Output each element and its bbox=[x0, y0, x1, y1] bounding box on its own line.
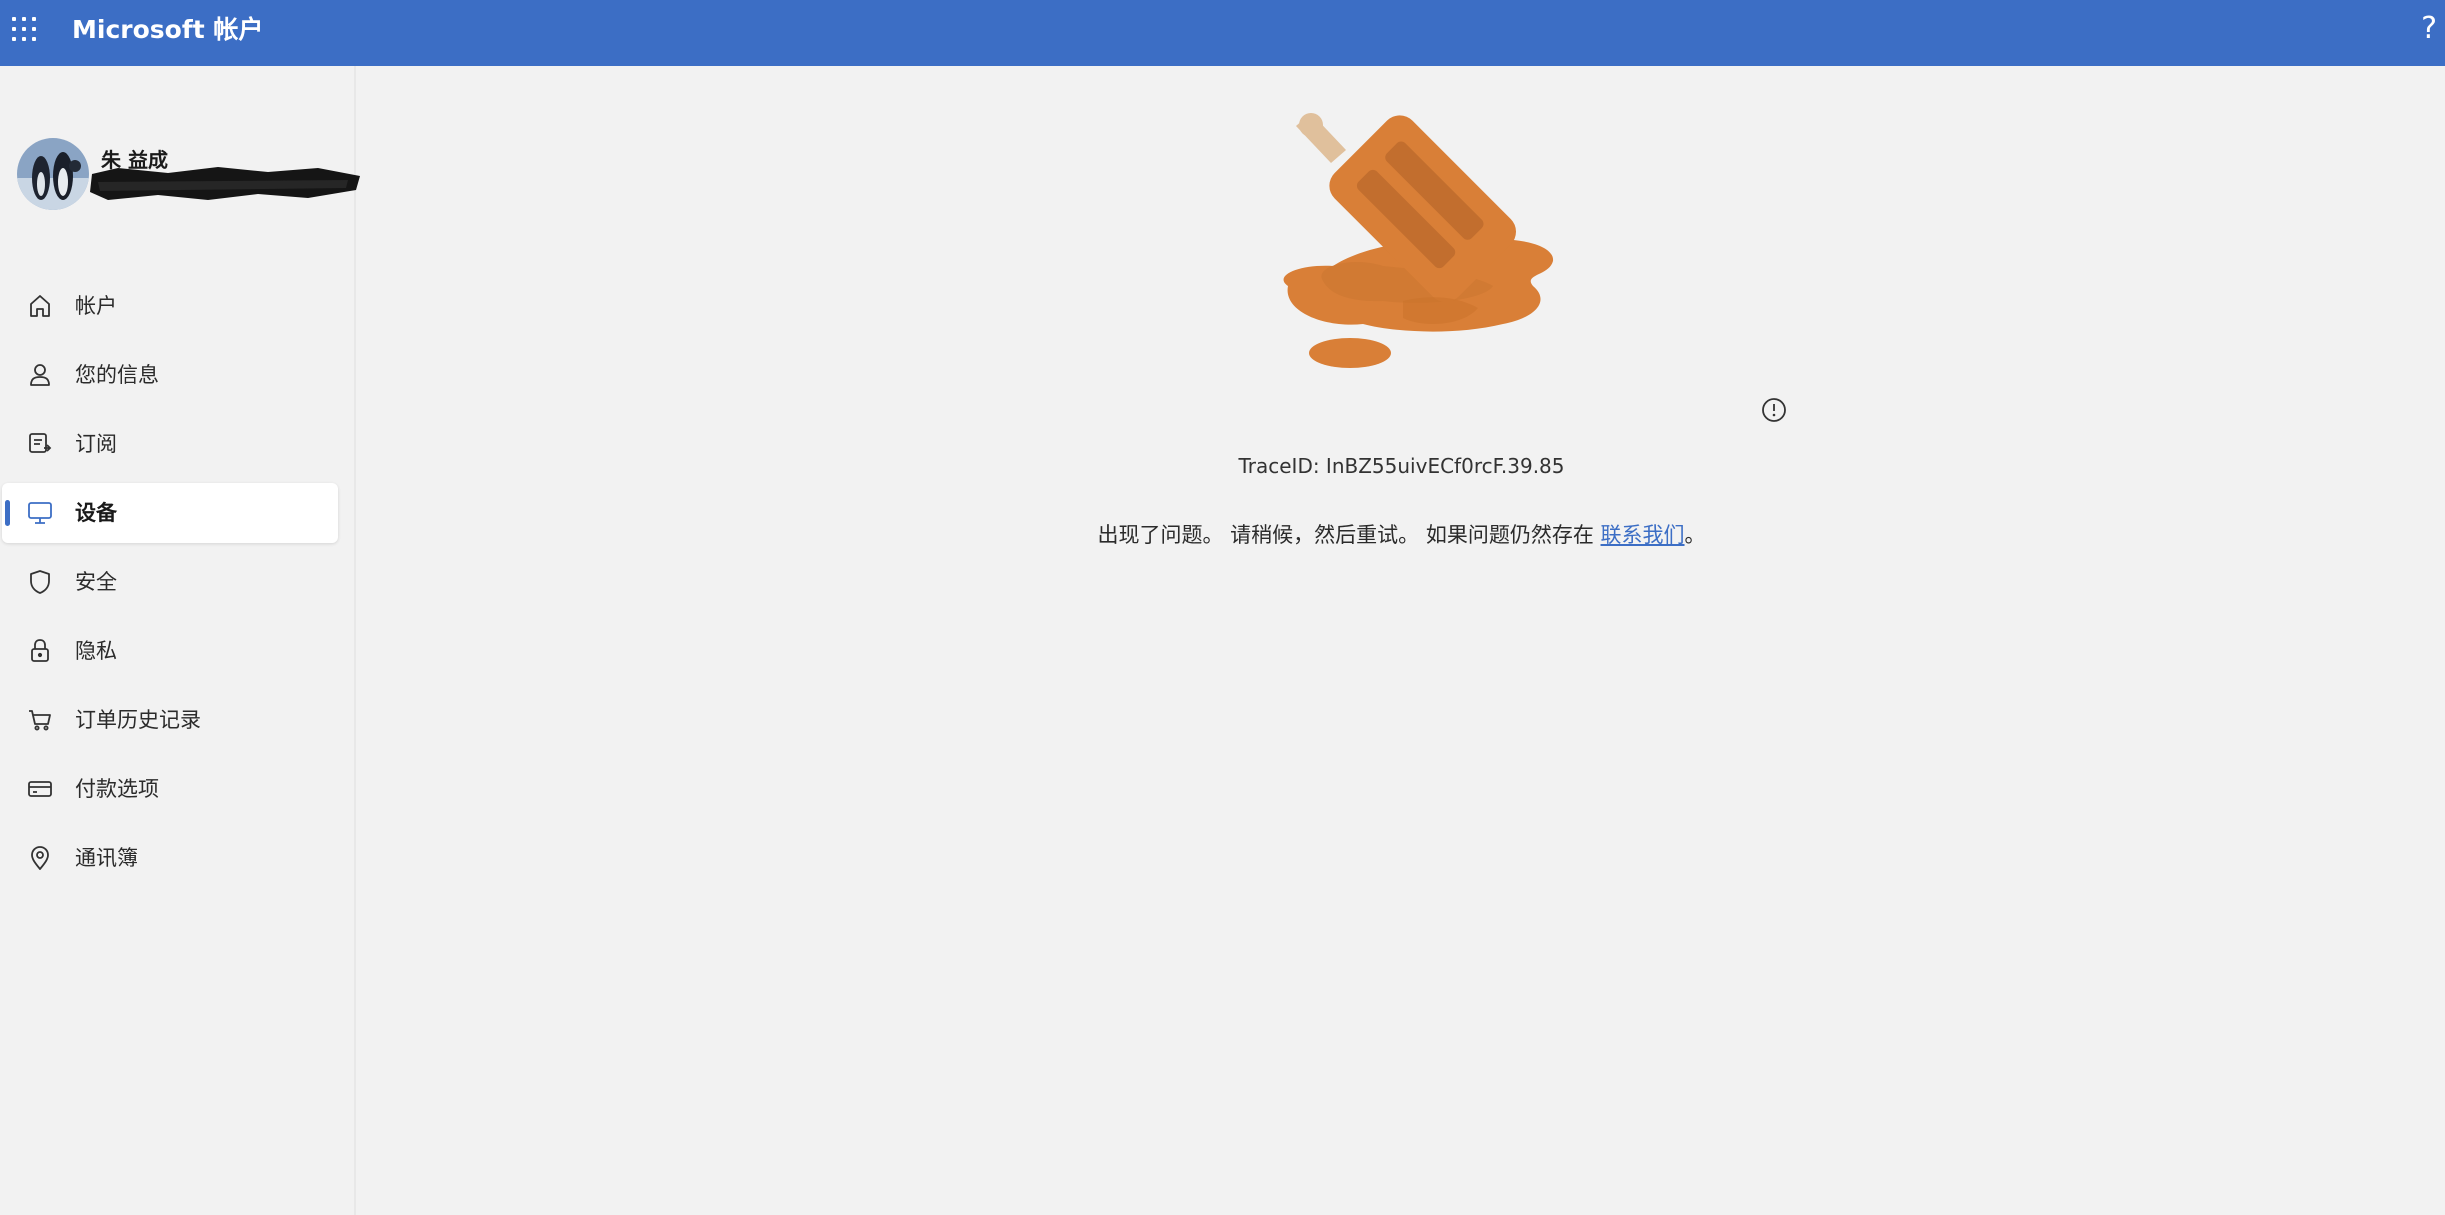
sidebar-item-privacy[interactable]: 隐私 bbox=[0, 621, 336, 681]
sidebar-item-address-book[interactable]: 通讯簿 bbox=[0, 828, 336, 888]
shield-icon bbox=[30, 570, 50, 594]
redacted-email bbox=[88, 164, 364, 204]
sidebar: 朱 益成 帐户 您的信息 订阅 设备 安全 隐私 订单历史记录 付款选项 通讯簿 bbox=[0, 66, 360, 1215]
sidebar-item-your-info[interactable]: 您的信息 bbox=[0, 345, 336, 405]
melted-popsicle-illustration bbox=[1253, 96, 1593, 436]
sidebar-item-security[interactable]: 安全 bbox=[0, 552, 336, 612]
lock-icon bbox=[31, 639, 49, 662]
avatar[interactable] bbox=[17, 138, 89, 210]
sidebar-item-label: 设备 bbox=[75, 501, 117, 525]
sidebar-item-order-history[interactable]: 订单历史记录 bbox=[0, 690, 336, 750]
sidebar-item-label: 通讯簿 bbox=[75, 846, 138, 870]
sidebar-item-label: 付款选项 bbox=[75, 777, 159, 801]
sidebar-item-label: 您的信息 bbox=[75, 363, 159, 387]
credit-card-icon bbox=[28, 781, 52, 797]
sidebar-item-account[interactable]: 帐户 bbox=[0, 276, 336, 336]
contact-us-link[interactable]: 联系我们 bbox=[1601, 523, 1685, 547]
sidebar-item-subscriptions[interactable]: 订阅 bbox=[0, 414, 336, 474]
location-pin-icon bbox=[31, 846, 49, 870]
subscription-icon bbox=[29, 433, 52, 453]
main-content: TraceID: InBZ55uivECf0rcF.39.85 出现了问题。 请… bbox=[358, 66, 2445, 1215]
monitor-icon bbox=[28, 502, 52, 524]
sidebar-item-payment-options[interactable]: 付款选项 bbox=[0, 759, 336, 819]
sidebar-item-devices[interactable]: 设备 bbox=[2, 483, 338, 543]
help-icon[interactable]: ? bbox=[2421, 12, 2437, 46]
active-indicator bbox=[5, 500, 10, 526]
alert-circle-icon bbox=[1762, 398, 1786, 422]
person-icon bbox=[30, 364, 50, 386]
app-launcher-icon[interactable] bbox=[12, 17, 36, 41]
trace-id: TraceID: InBZ55uivECf0rcF.39.85 bbox=[1238, 454, 1565, 478]
error-message: 出现了问题。 请稍候，然后重试。 如果问题仍然存在 联系我们。 bbox=[358, 519, 2445, 549]
error-message-end: 。 bbox=[1684, 523, 1706, 547]
cart-icon bbox=[29, 710, 51, 731]
home-icon bbox=[30, 295, 50, 317]
sidebar-item-label: 隐私 bbox=[75, 639, 117, 663]
top-bar: Microsoft 帐户 ? bbox=[0, 0, 2445, 66]
error-message-text: 出现了问题。 请稍候，然后重试。 如果问题仍然存在 bbox=[1097, 523, 1601, 547]
sidebar-item-label: 订阅 bbox=[75, 432, 117, 456]
sidebar-item-label: 帐户 bbox=[75, 294, 117, 318]
sidebar-item-label: 安全 bbox=[75, 570, 117, 594]
app-title[interactable]: Microsoft 帐户 bbox=[72, 14, 263, 46]
sidebar-item-label: 订单历史记录 bbox=[75, 708, 201, 732]
